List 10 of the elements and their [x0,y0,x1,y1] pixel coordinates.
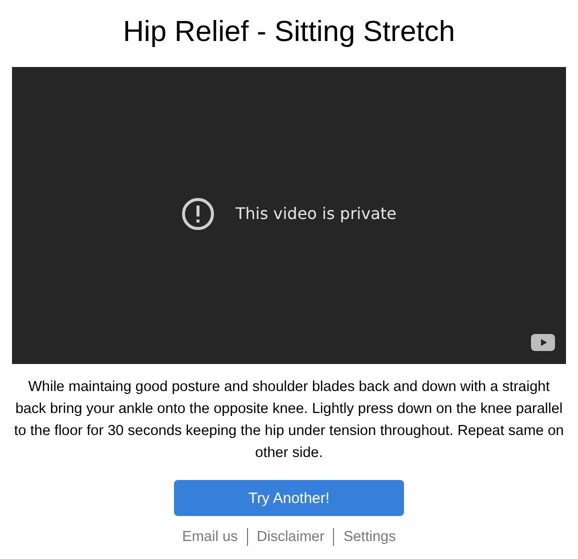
page-title: Hip Relief - Sitting Stretch [122,15,455,50]
video-player[interactable]: This video is private [12,67,566,364]
warning-icon [181,196,216,230]
footer-link[interactable]: Settings [343,529,396,545]
footer-link[interactable]: Disclaimer [256,529,324,545]
description-text: While maintaing good posture and shoulder blades back and down with a straight back bring your ankle onto the opposite knee. Lightly press down on the knee parallel to the floor for 30 seconds keeping the hip under tension throughout. Repeat same on other side. [13,378,565,463]
play-logo-icon[interactable] [531,334,555,351]
footer-link[interactable]: Email us [182,529,238,545]
video-message: This video is private [235,204,396,223]
try-another-button[interactable]: Try Another! [174,480,404,516]
